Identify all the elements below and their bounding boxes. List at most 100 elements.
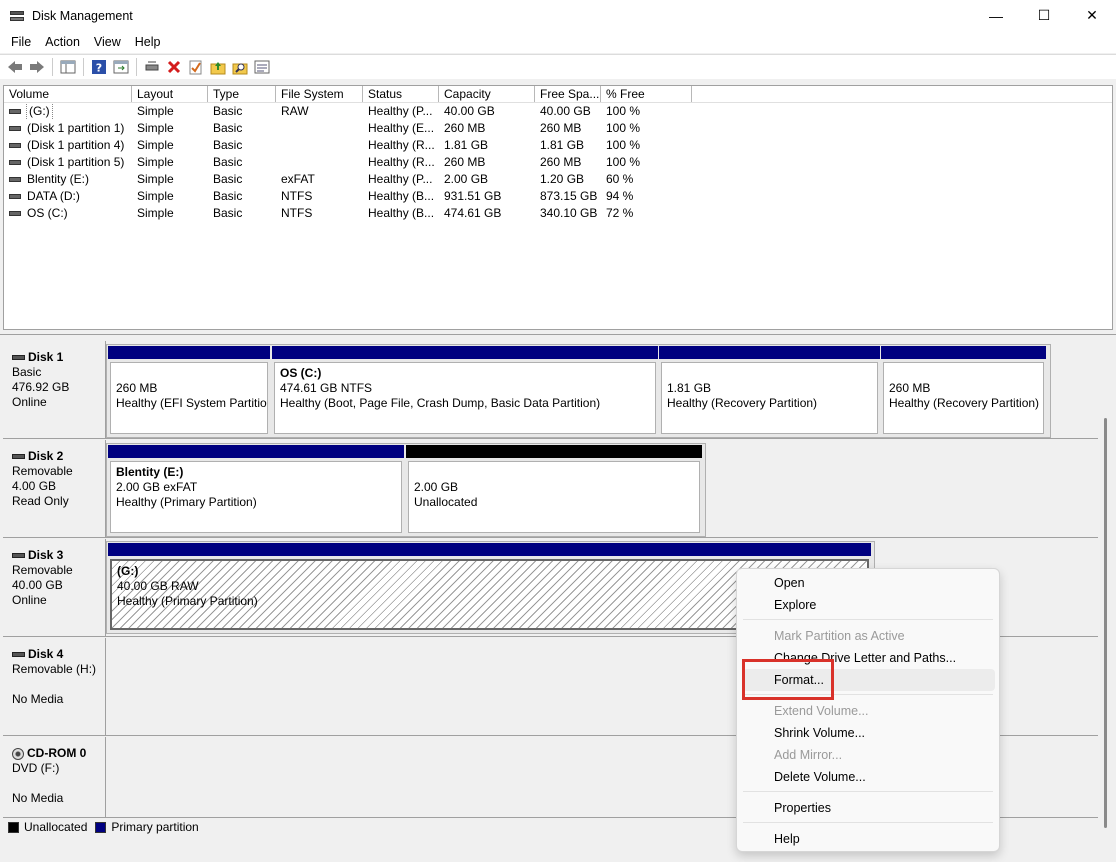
- col-file-system[interactable]: File System: [276, 86, 363, 102]
- partition-efi[interactable]: 260 MB Healthy (EFI System Partition): [108, 346, 270, 436]
- toolbar-divider: [52, 58, 53, 76]
- volume-row[interactable]: (Disk 1 partition 5) Simple Basic Healthy (…: [4, 154, 1112, 171]
- refresh-icon[interactable]: [110, 57, 132, 77]
- col-volume[interactable]: Volume: [4, 86, 132, 102]
- close-button[interactable]: ✕: [1068, 0, 1116, 31]
- primary-partition-bar: [108, 346, 270, 359]
- cell-volume: DATA (D:): [4, 188, 132, 205]
- search-icon[interactable]: [229, 57, 251, 77]
- delete-icon[interactable]: [163, 57, 185, 77]
- partition-status: Healthy (Primary Partition): [116, 495, 257, 509]
- format-highlight-box: [742, 659, 834, 700]
- col-percent-free[interactable]: % Free: [601, 86, 692, 102]
- partition-unallocated[interactable]: 2.00 GB Unallocated: [406, 445, 702, 535]
- cell-free-space: 1.81 GB: [540, 138, 585, 152]
- partition-size: 2.00 GB: [414, 480, 459, 494]
- help-icon[interactable]: ?: [88, 57, 110, 77]
- cell-layout: Simple: [137, 206, 174, 220]
- cdrom-0-label[interactable]: CD-ROM 0 DVD (F:) No Media: [3, 737, 106, 817]
- col-status[interactable]: Status: [363, 86, 439, 102]
- cell-capacity: 931.51 GB: [444, 189, 502, 203]
- disk-4-label[interactable]: Disk 4 Removable (H:) No Media: [3, 638, 106, 735]
- cell-free-space: 340.10 GB: [540, 206, 598, 220]
- menu-delete-volume[interactable]: Delete Volume...: [774, 769, 866, 785]
- cell-free-space: 873.15 GB: [540, 189, 598, 203]
- partition-os-c[interactable]: OS (C:) 474.61 GB NTFS Healthy (Boot, Pa…: [272, 346, 658, 436]
- check-icon[interactable]: [185, 57, 207, 77]
- col-layout[interactable]: Layout: [132, 86, 208, 102]
- unallocated-bar: [406, 445, 702, 458]
- menu-file[interactable]: File: [4, 35, 38, 49]
- primary-swatch: [95, 821, 107, 833]
- minimize-button[interactable]: —: [972, 0, 1020, 31]
- back-icon[interactable]: [4, 57, 26, 77]
- primary-partition-bar: [108, 445, 404, 458]
- partition-recovery-2[interactable]: 260 MB Healthy (Recovery Partition): [881, 346, 1046, 436]
- volume-row[interactable]: DATA (D:) Simple Basic NTFS Healthy (B... 931…: [4, 188, 1112, 205]
- cell-volume: (Disk 1 partition 1): [4, 120, 132, 137]
- volume-drive-icon: [9, 126, 21, 131]
- volume-list: Volume Layout Type File System Status Ca…: [3, 85, 1113, 330]
- partition-blentity-e[interactable]: Blentity (E:) 2.00 GB exFAT Healthy (Pri…: [108, 445, 404, 535]
- properties-icon[interactable]: [251, 57, 273, 77]
- partition-recovery-1[interactable]: 1.81 GB Healthy (Recovery Partition): [659, 346, 880, 436]
- cell-layout: Simple: [137, 104, 174, 118]
- cell-file-system: NTFS: [281, 206, 313, 220]
- cell-capacity: 40.00 GB: [444, 104, 495, 118]
- connect-icon[interactable]: [141, 57, 163, 77]
- cell-capacity: 2.00 GB: [444, 172, 489, 186]
- menu-help[interactable]: Help: [774, 831, 800, 847]
- col-capacity[interactable]: Capacity: [439, 86, 535, 102]
- menu-properties[interactable]: Properties: [774, 800, 831, 816]
- console-tree-icon[interactable]: [57, 57, 79, 77]
- col-free-space[interactable]: Free Spa...: [535, 86, 601, 102]
- cell-type: Basic: [213, 189, 243, 203]
- volume-row[interactable]: (G:) Simple Basic RAW Healthy (P... 40.00 GB 4…: [4, 103, 1112, 120]
- menu-shrink-volume[interactable]: Shrink Volume...: [774, 725, 865, 741]
- volume-list-header: Volume Layout Type File System Status Ca…: [4, 86, 1112, 103]
- volume-row[interactable]: (Disk 1 partition 1) Simple Basic Healthy (…: [4, 120, 1112, 137]
- cd-rom-icon: [12, 747, 24, 760]
- cell-percent-free: 100 %: [606, 121, 641, 135]
- cell-file-system: [276, 120, 363, 137]
- volume-row[interactable]: OS (C:) Simple Basic NTFS Healthy (B... 474.6…: [4, 205, 1112, 222]
- legend-unallocated: Unallocated: [24, 820, 88, 834]
- vertical-scrollbar[interactable]: [1098, 338, 1116, 838]
- cell-free-space: 1.20 GB: [540, 172, 585, 186]
- disk-type: Removable: [12, 464, 73, 478]
- volume-name: DATA (D:): [27, 189, 80, 203]
- disk-1-label[interactable]: Disk 1 Basic 476.92 GB Online: [3, 341, 106, 438]
- maximize-button[interactable]: ☐: [1020, 0, 1068, 31]
- disk-3-label[interactable]: Disk 3 Removable 40.00 GB Online: [3, 539, 106, 636]
- volume-drive-icon: [9, 109, 21, 114]
- disk-management-icon: [10, 9, 26, 23]
- menu-explore[interactable]: Explore: [774, 597, 816, 613]
- volume-row[interactable]: Blentity (E:) Simple Basic exFAT Healthy (P.…: [4, 171, 1112, 188]
- cell-free-space: 260 MB: [540, 121, 582, 135]
- cell-status: Healthy (P...: [368, 104, 433, 118]
- menu-open[interactable]: Open: [774, 575, 805, 591]
- disk-2-label[interactable]: Disk 2 Removable 4.00 GB Read Only: [3, 440, 106, 537]
- menu-help[interactable]: Help: [128, 35, 168, 49]
- cell-file-system: RAW: [281, 104, 309, 118]
- disk-type: Removable: [12, 563, 73, 577]
- volume-drive-icon: [9, 194, 21, 199]
- disk-drive-icon: [12, 652, 25, 657]
- cell-type: Basic: [213, 104, 243, 118]
- volume-drive-icon: [9, 160, 21, 165]
- forward-icon[interactable]: [26, 57, 48, 77]
- cell-percent-free: 100 %: [606, 138, 641, 152]
- cell-status: Healthy (E...: [368, 121, 435, 135]
- menu-action[interactable]: Action: [38, 35, 87, 49]
- menu-view[interactable]: View: [87, 35, 128, 49]
- scrollbar-thumb[interactable]: [1104, 418, 1107, 828]
- disk-name: Disk 3: [28, 548, 64, 562]
- folder-up-icon[interactable]: [207, 57, 229, 77]
- legend-primary: Primary partition: [111, 820, 199, 834]
- menu-separator: [743, 619, 993, 620]
- col-type[interactable]: Type: [208, 86, 276, 102]
- cell-capacity: 260 MB: [444, 155, 486, 169]
- cell-capacity: 1.81 GB: [444, 138, 489, 152]
- volume-row[interactable]: (Disk 1 partition 4) Simple Basic Healthy (…: [4, 137, 1112, 154]
- cell-file-system: [276, 154, 363, 171]
